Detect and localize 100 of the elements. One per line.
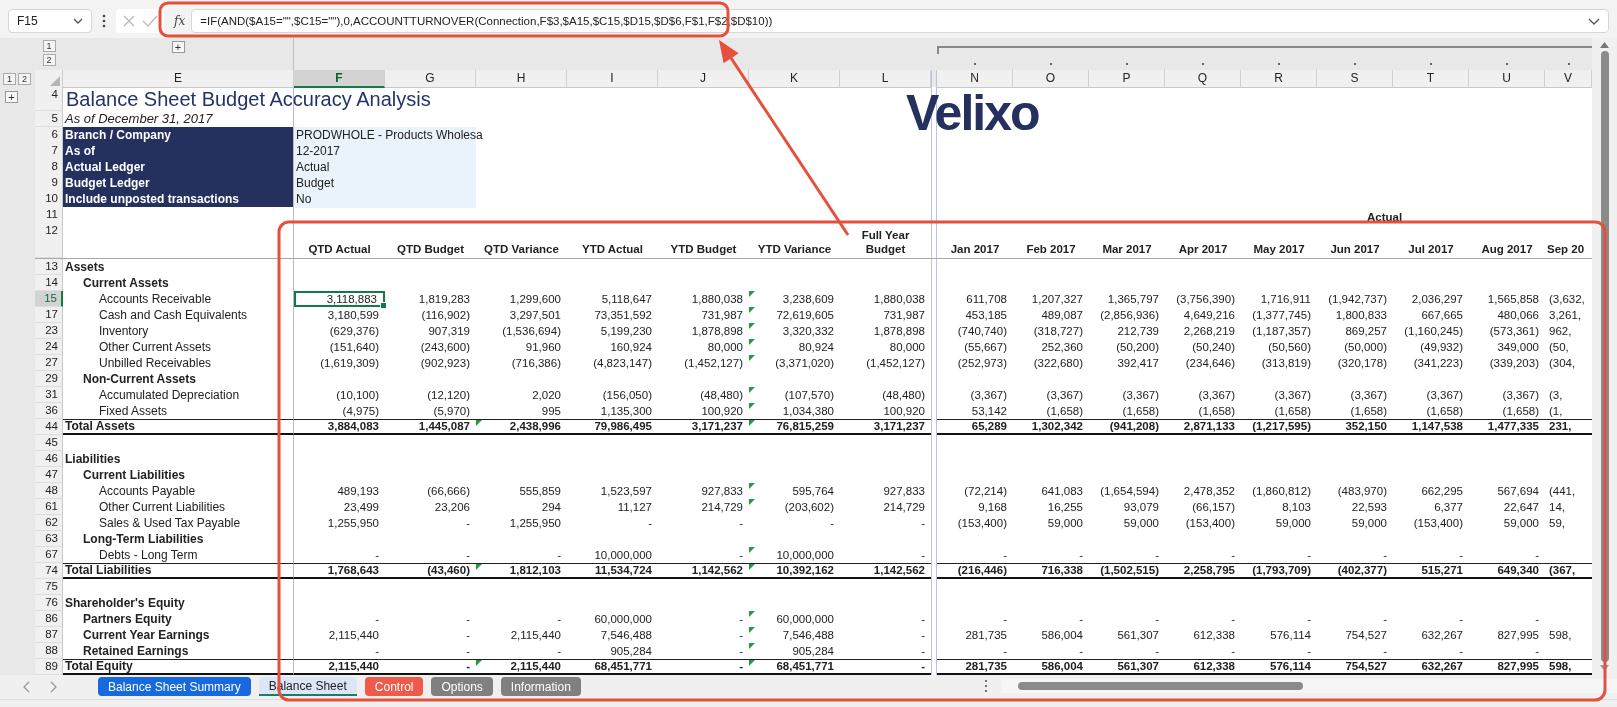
- scroll-thumb[interactable]: [1018, 682, 1303, 690]
- table-cell-text: (1,658): [1122, 404, 1159, 419]
- column-header[interactable]: J: [658, 70, 749, 88]
- expand-icon[interactable]: [1588, 17, 1600, 25]
- chevron-right-icon[interactable]: [50, 681, 58, 693]
- scroll-down-icon[interactable]: [1600, 665, 1609, 671]
- column-header[interactable]: R: [1241, 70, 1317, 88]
- name-box[interactable]: F15: [8, 9, 92, 33]
- table-cell: 598,: [1549, 660, 1572, 673]
- column-header[interactable]: O: [1013, 70, 1089, 88]
- cancel-icon[interactable]: [122, 14, 136, 28]
- row-number[interactable]: 86: [35, 611, 63, 627]
- row-number[interactable]: 5: [35, 111, 63, 127]
- table-cell-text: (1,658): [1426, 404, 1463, 419]
- chevron-left-icon[interactable]: [22, 681, 30, 693]
- column-header[interactable]: K: [749, 70, 840, 88]
- row-number[interactable]: 15: [35, 291, 63, 307]
- horizontal-scrollbar[interactable]: [1002, 679, 1617, 693]
- table-cell-text: (1,658): [1502, 404, 1539, 419]
- expand-button[interactable]: +: [5, 91, 18, 103]
- table-cell: 1,302,342: [1031, 420, 1083, 433]
- table-cell-text: -: [921, 612, 925, 627]
- scroll-up-icon[interactable]: [1600, 42, 1609, 48]
- column-header[interactable]: T: [1393, 70, 1469, 88]
- table-cell-text: -: [1079, 644, 1083, 659]
- table-cell-text: (48,480): [882, 388, 925, 403]
- insert-function-button[interactable]: fx: [174, 14, 186, 28]
- row-number[interactable]: 45: [35, 435, 63, 451]
- table-cell-text: 2,268,219: [1183, 324, 1235, 339]
- row-number[interactable]: 4: [35, 87, 63, 111]
- outline-level-button[interactable]: 2: [18, 73, 31, 85]
- column-header[interactable]: V: [1545, 70, 1592, 88]
- more-icon[interactable]: [102, 14, 106, 28]
- outline-level-button[interactable]: 2: [42, 54, 56, 66]
- row-number[interactable]: 29: [35, 371, 63, 387]
- scroll-thumb[interactable]: [1600, 51, 1609, 662]
- row-number[interactable]: 14: [35, 275, 63, 291]
- table-cell-text: -: [1155, 644, 1159, 659]
- row-number[interactable]: 48: [35, 483, 63, 499]
- table-cell-text: -: [1155, 612, 1159, 627]
- row-number[interactable]: 67: [35, 547, 63, 563]
- table-cell-text: (3,367): [1122, 388, 1159, 403]
- row-number[interactable]: 47: [35, 467, 63, 483]
- row-number[interactable]: 12: [35, 223, 63, 258]
- row-number[interactable]: 88: [35, 643, 63, 659]
- row-label: Sales & Used Tax Payable: [63, 515, 294, 531]
- table-cell-text: 598,: [1549, 628, 1572, 643]
- row-number[interactable]: 17: [35, 307, 63, 323]
- row-number[interactable]: 36: [35, 403, 63, 419]
- column-header[interactable]: I: [567, 70, 658, 88]
- table-cell-text: (1,860,812): [1252, 484, 1311, 499]
- table-cell-text: (320,178): [1337, 356, 1387, 371]
- row-number[interactable]: 89: [35, 659, 63, 675]
- row-number[interactable]: 63: [35, 531, 63, 547]
- row-number[interactable]: 87: [35, 627, 63, 643]
- row-number[interactable]: 24: [35, 339, 63, 355]
- row-number[interactable]: 46: [35, 451, 63, 467]
- column-header[interactable]: E: [63, 70, 294, 88]
- column-header[interactable]: U: [1469, 70, 1545, 88]
- drag-handle-icon[interactable]: [984, 679, 988, 693]
- column-header[interactable]: Q: [1165, 70, 1241, 88]
- table-cell-text: 731,987: [701, 308, 743, 323]
- row-number[interactable]: 75: [35, 579, 63, 595]
- table-cell-text: 8,103: [1282, 500, 1311, 515]
- table-cell-text: 3,180,599: [327, 308, 379, 323]
- row-number[interactable]: 62: [35, 515, 63, 531]
- column-header[interactable]: L: [840, 70, 931, 88]
- column-header[interactable]: S: [1317, 70, 1393, 88]
- row-number[interactable]: 74: [35, 563, 63, 579]
- row-number[interactable]: 31: [35, 387, 63, 403]
- row-number[interactable]: 23: [35, 323, 63, 339]
- cell-selection[interactable]: 3,118,883: [294, 291, 385, 307]
- row-label: Long-Term Liabilities: [63, 531, 294, 547]
- table-cell-text: (50,: [1549, 340, 1569, 355]
- column-header[interactable]: P: [1089, 70, 1165, 88]
- column-header[interactable]: N: [937, 70, 1013, 88]
- row-number[interactable]: 13: [35, 259, 63, 275]
- outline-level-button[interactable]: 1: [3, 73, 16, 85]
- row-label: Liabilities: [63, 451, 294, 467]
- table-cell-text: 91,960: [525, 340, 561, 355]
- row-number[interactable]: 44: [35, 419, 63, 435]
- table-cell-text: 3,238,609: [782, 292, 834, 307]
- column-header[interactable]: G: [385, 70, 476, 88]
- select-all-button[interactable]: [35, 70, 63, 88]
- row-number[interactable]: 76: [35, 595, 63, 611]
- row-label: Total Assets: [63, 419, 294, 435]
- table-cell: 1,142,562: [691, 564, 743, 577]
- sheet-tab[interactable]: Options: [431, 677, 493, 696]
- expand-button[interactable]: +: [171, 41, 185, 53]
- row-label: Inventory: [63, 323, 294, 339]
- outline-level-button[interactable]: 1: [42, 40, 56, 52]
- column-header[interactable]: H: [476, 70, 567, 88]
- check-icon[interactable]: [142, 14, 158, 28]
- row-number[interactable]: 61: [35, 499, 63, 515]
- sheet-tab[interactable]: Information: [500, 677, 581, 696]
- sheet-tab[interactable]: Balance Sheet Summary: [98, 677, 251, 696]
- row-number[interactable]: 27: [35, 355, 63, 371]
- table-cell: 2,115,440: [328, 660, 379, 673]
- table-cell-text: (203,602): [784, 500, 834, 515]
- column-header[interactable]: F: [294, 70, 385, 88]
